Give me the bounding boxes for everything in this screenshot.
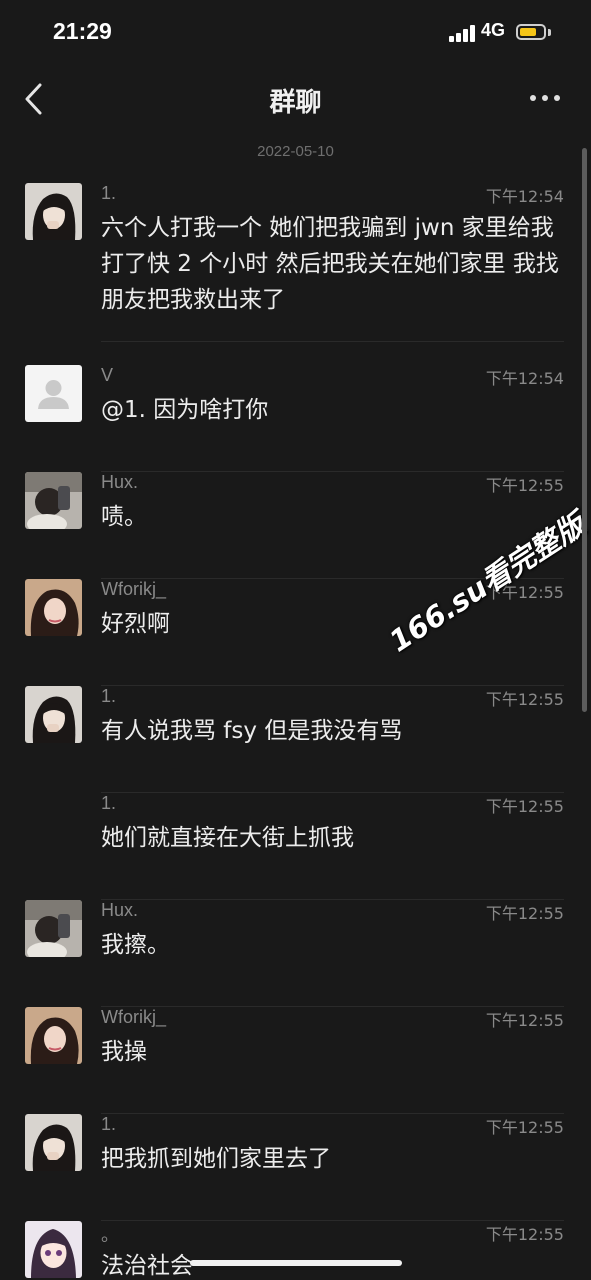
- avatar[interactable]: [25, 1007, 82, 1064]
- divider: [101, 341, 564, 342]
- network-label: 4G: [481, 20, 506, 40]
- message-item[interactable]: 1. 下午12:55 有人说我骂 fsy 但是我没有骂: [0, 686, 591, 793]
- message-item[interactable]: 。 下午12:55 法治社会: [0, 1221, 591, 1280]
- message-item[interactable]: 1. 下午12:55 把我抓到她们家里去了: [0, 1114, 591, 1221]
- date-stamp: 2022-05-10: [257, 143, 334, 160]
- message-time: 下午12:55: [485, 904, 564, 923]
- sender-name[interactable]: 1.: [101, 686, 116, 707]
- message-text: 好烈啊: [101, 611, 170, 637]
- message-time: 下午12:55: [485, 476, 564, 495]
- message-time: 下午12:54: [485, 369, 564, 388]
- avatar[interactable]: [25, 579, 82, 636]
- signal-icon: [449, 24, 477, 42]
- message-time: 下午12:54: [485, 187, 564, 206]
- avatar[interactable]: [25, 472, 82, 529]
- message-text: 有人说我骂 fsy 但是我没有骂: [101, 718, 403, 744]
- battery-level: [520, 28, 536, 36]
- sender-name[interactable]: 。: [101, 1221, 119, 1247]
- sender-name[interactable]: 1.: [101, 1114, 116, 1135]
- message-text: 她们就直接在大街上抓我: [101, 825, 354, 851]
- message-item[interactable]: 1. 下午12:55 她们就直接在大街上抓我: [0, 793, 591, 900]
- sender-name[interactable]: Hux.: [101, 900, 138, 921]
- sender-name[interactable]: 1.: [101, 793, 116, 814]
- message-text: 把我抓到她们家里去了: [101, 1146, 331, 1172]
- sender-name[interactable]: 1.: [101, 183, 116, 204]
- avatar[interactable]: [25, 1114, 82, 1171]
- battery-icon: [516, 24, 546, 40]
- page-title: 群聊: [269, 88, 322, 118]
- message-text: 我擦。: [101, 932, 170, 958]
- message-time: 下午12:55: [485, 797, 564, 816]
- message-text: 啧。: [101, 504, 147, 530]
- message-item[interactable]: V 下午12:54 @1. 因为啥打你: [0, 365, 591, 472]
- message-item[interactable]: 1. 下午12:54 六个人打我一个 她们把我骗到 jwn 家里给我打了快 2 …: [0, 183, 591, 342]
- sender-name[interactable]: V: [101, 365, 113, 386]
- message-time: 下午12:55: [485, 1225, 564, 1244]
- message-time: 下午12:55: [485, 690, 564, 709]
- status-bar: 21:29 4G: [0, 0, 591, 64]
- avatar[interactable]: [25, 900, 82, 957]
- message-item[interactable]: Wforikj_ 下午12:55 我操: [0, 1007, 591, 1114]
- message-time: 下午12:55: [485, 1118, 564, 1137]
- more-dots-icon[interactable]: [530, 95, 562, 103]
- battery-tip: [548, 29, 551, 36]
- message-time: 下午12:55: [485, 1011, 564, 1030]
- status-time: 21:29: [53, 18, 112, 44]
- message-text: @1. 因为啥打你: [101, 397, 269, 423]
- nav-bar: 群聊: [0, 64, 591, 134]
- sender-name[interactable]: Wforikj_: [101, 579, 166, 600]
- avatar[interactable]: [25, 365, 82, 422]
- avatar[interactable]: [25, 183, 82, 240]
- message-text: 六个人打我一个 她们把我骗到 jwn 家里给我打了快 2 个小时 然后把我关在她…: [101, 215, 559, 313]
- avatar[interactable]: [25, 1221, 82, 1278]
- scrollbar[interactable]: [582, 148, 587, 712]
- avatar[interactable]: [25, 686, 82, 743]
- sender-name[interactable]: Wforikj_: [101, 1007, 166, 1028]
- sender-name[interactable]: Hux.: [101, 472, 138, 493]
- message-text: 我操: [101, 1039, 147, 1065]
- home-indicator[interactable]: [190, 1260, 402, 1266]
- message-item[interactable]: Hux. 下午12:55 我擦。: [0, 900, 591, 1007]
